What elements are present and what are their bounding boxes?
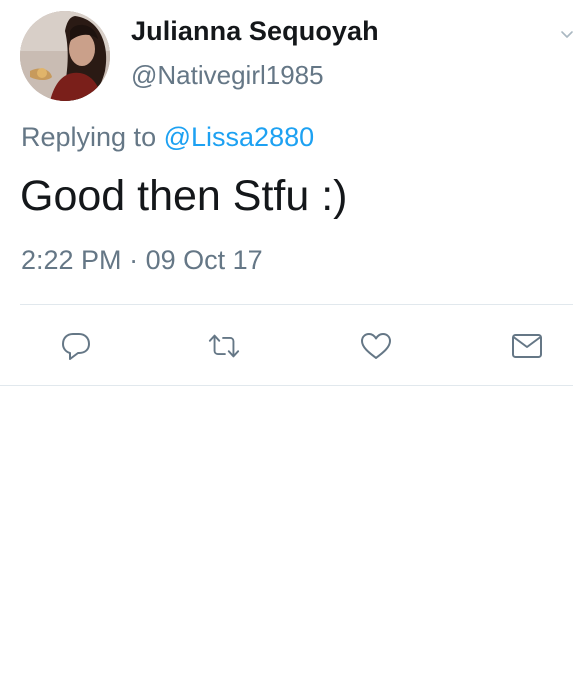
reply-mention-link[interactable]: @Lissa2880 <box>164 122 315 152</box>
actions-divider-bottom <box>0 385 573 386</box>
heart-icon <box>361 333 391 359</box>
reply-context-prefix: Replying to <box>21 122 157 152</box>
chevron-down-icon[interactable] <box>560 28 573 42</box>
direct-message-button[interactable] <box>510 330 544 362</box>
retweet-icon <box>208 334 240 358</box>
tweet-meta-separator: · <box>129 245 139 275</box>
avatar[interactable] <box>20 11 110 101</box>
tweet-timestamp[interactable]: 2:22 PM · 09 Oct 17 <box>21 245 263 276</box>
retweet-button[interactable] <box>207 330 241 362</box>
actions-divider-top <box>20 304 573 305</box>
tweet-text: Good then Stfu :) <box>20 172 348 220</box>
like-button[interactable] <box>359 330 393 362</box>
tweet-time: 2:22 PM <box>21 245 122 275</box>
author-handle[interactable]: @Nativegirl1985 <box>131 60 324 91</box>
reply-button[interactable] <box>59 330 93 362</box>
avatar-image <box>20 11 110 101</box>
envelope-icon <box>512 334 542 358</box>
reply-icon <box>62 333 90 360</box>
reply-context: Replying to @Lissa2880 <box>21 122 314 153</box>
tweet-date: 09 Oct 17 <box>145 245 263 275</box>
author-display-name[interactable]: Julianna Sequoyah <box>131 16 379 47</box>
